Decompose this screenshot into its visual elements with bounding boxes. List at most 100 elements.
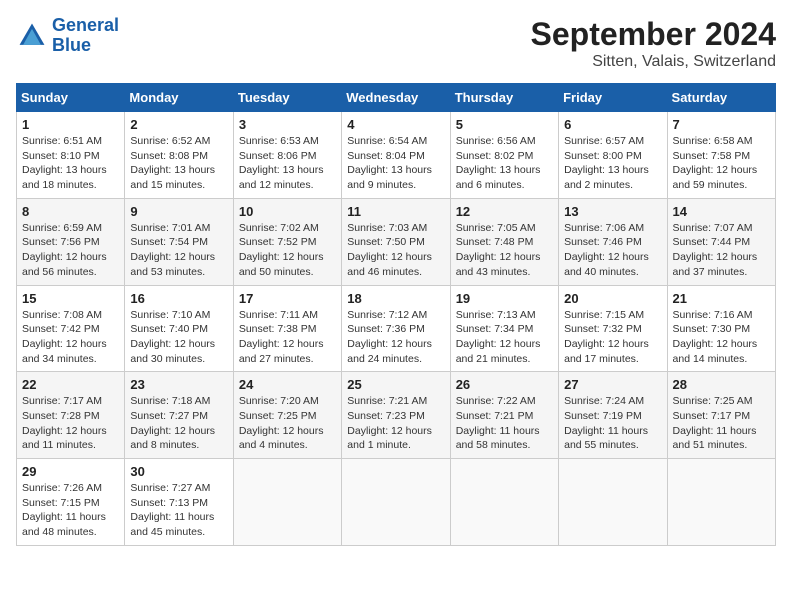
day-info: Sunrise: 7:01 AMSunset: 7:54 PMDaylight:… xyxy=(130,221,227,280)
calendar-day-cell: 17 Sunrise: 7:11 AMSunset: 7:38 PMDayligh… xyxy=(233,285,341,372)
calendar-day-cell: 25 Sunrise: 7:21 AMSunset: 7:23 PMDayligh… xyxy=(342,372,450,459)
calendar-day-cell xyxy=(559,459,667,546)
day-number: 5 xyxy=(456,117,553,132)
day-info: Sunrise: 7:24 AMSunset: 7:19 PMDaylight:… xyxy=(564,394,661,453)
day-number: 4 xyxy=(347,117,444,132)
calendar-week-row: 8Sunrise: 6:59 AMSunset: 7:56 PMDaylight… xyxy=(17,198,776,285)
calendar-day-cell: 5 Sunrise: 6:56 AMSunset: 8:02 PMDaylight… xyxy=(450,112,558,199)
day-number: 19 xyxy=(456,291,553,306)
day-info: Sunrise: 7:06 AMSunset: 7:46 PMDaylight:… xyxy=(564,221,661,280)
day-info: Sunrise: 7:12 AMSunset: 7:36 PMDaylight:… xyxy=(347,308,444,367)
day-number: 13 xyxy=(564,204,661,219)
day-info: Sunrise: 7:27 AMSunset: 7:13 PMDaylight:… xyxy=(130,481,227,540)
day-info: Sunrise: 6:51 AMSunset: 8:10 PMDaylight:… xyxy=(22,134,119,193)
calendar-day-cell: 2Sunrise: 6:52 AMSunset: 8:08 PMDaylight… xyxy=(125,112,233,199)
calendar-day-cell xyxy=(667,459,775,546)
calendar-day-cell: 20Sunrise: 7:15 AMSunset: 7:32 PMDayligh… xyxy=(559,285,667,372)
day-number: 18 xyxy=(347,291,444,306)
calendar-day-cell: 7 Sunrise: 6:58 AMSunset: 7:58 PMDaylight… xyxy=(667,112,775,199)
day-number: 22 xyxy=(22,377,119,392)
title-block: September 2024 Sitten, Valais, Switzerla… xyxy=(531,16,776,71)
weekday-header: Monday xyxy=(125,84,233,112)
day-info: Sunrise: 7:16 AMSunset: 7:30 PMDaylight:… xyxy=(673,308,770,367)
calendar-day-cell: 29 Sunrise: 7:26 AMSunset: 7:15 PMDayligh… xyxy=(17,459,125,546)
calendar-day-cell: 14Sunrise: 7:07 AMSunset: 7:44 PMDayligh… xyxy=(667,198,775,285)
logo: General Blue xyxy=(16,16,119,56)
calendar-table: SundayMondayTuesdayWednesdayThursdayFrid… xyxy=(16,83,776,546)
day-number: 28 xyxy=(673,377,770,392)
calendar-day-cell: 12 Sunrise: 7:05 AMSunset: 7:48 PMDayligh… xyxy=(450,198,558,285)
calendar-day-cell: 6 Sunrise: 6:57 AMSunset: 8:00 PMDaylight… xyxy=(559,112,667,199)
day-info: Sunrise: 7:13 AMSunset: 7:34 PMDaylight:… xyxy=(456,308,553,367)
day-number: 6 xyxy=(564,117,661,132)
day-info: Sunrise: 6:58 AMSunset: 7:58 PMDaylight:… xyxy=(673,134,770,193)
day-info: Sunrise: 6:53 AMSunset: 8:06 PMDaylight:… xyxy=(239,134,336,193)
calendar-day-cell: 26 Sunrise: 7:22 AMSunset: 7:21 PMDayligh… xyxy=(450,372,558,459)
calendar-day-cell: 22 Sunrise: 7:17 AMSunset: 7:28 PMDayligh… xyxy=(17,372,125,459)
day-info: Sunrise: 7:18 AMSunset: 7:27 PMDaylight:… xyxy=(130,394,227,453)
calendar-day-cell: 18 Sunrise: 7:12 AMSunset: 7:36 PMDayligh… xyxy=(342,285,450,372)
day-number: 16 xyxy=(130,291,227,306)
calendar-day-cell: 1 Sunrise: 6:51 AMSunset: 8:10 PMDaylight… xyxy=(17,112,125,199)
calendar-day-cell: 30 Sunrise: 7:27 AMSunset: 7:13 PMDayligh… xyxy=(125,459,233,546)
day-info: Sunrise: 7:03 AMSunset: 7:50 PMDaylight:… xyxy=(347,221,444,280)
logo-icon xyxy=(16,20,48,52)
day-number: 1 xyxy=(22,117,119,132)
day-number: 12 xyxy=(456,204,553,219)
calendar-week-row: 22 Sunrise: 7:17 AMSunset: 7:28 PMDayligh… xyxy=(17,372,776,459)
calendar-week-row: 1 Sunrise: 6:51 AMSunset: 8:10 PMDaylight… xyxy=(17,112,776,199)
calendar-day-cell: 11Sunrise: 7:03 AMSunset: 7:50 PMDayligh… xyxy=(342,198,450,285)
day-info: Sunrise: 7:15 AMSunset: 7:32 PMDaylight:… xyxy=(564,308,661,367)
day-info: Sunrise: 7:21 AMSunset: 7:23 PMDaylight:… xyxy=(347,394,444,453)
day-info: Sunrise: 7:20 AMSunset: 7:25 PMDaylight:… xyxy=(239,394,336,453)
calendar-day-cell: 10 Sunrise: 7:02 AMSunset: 7:52 PMDayligh… xyxy=(233,198,341,285)
day-number: 30 xyxy=(130,464,227,479)
day-info: Sunrise: 6:54 AMSunset: 8:04 PMDaylight:… xyxy=(347,134,444,193)
day-number: 17 xyxy=(239,291,336,306)
calendar-day-cell: 23 Sunrise: 7:18 AMSunset: 7:27 PMDayligh… xyxy=(125,372,233,459)
weekday-header: Wednesday xyxy=(342,84,450,112)
day-info: Sunrise: 7:08 AMSunset: 7:42 PMDaylight:… xyxy=(22,308,119,367)
calendar-day-cell: 3Sunrise: 6:53 AMSunset: 8:06 PMDaylight… xyxy=(233,112,341,199)
day-info: Sunrise: 7:26 AMSunset: 7:15 PMDaylight:… xyxy=(22,481,119,540)
day-info: Sunrise: 6:56 AMSunset: 8:02 PMDaylight:… xyxy=(456,134,553,193)
day-number: 24 xyxy=(239,377,336,392)
calendar-day-cell xyxy=(342,459,450,546)
day-number: 15 xyxy=(22,291,119,306)
day-number: 9 xyxy=(130,204,227,219)
day-info: Sunrise: 7:22 AMSunset: 7:21 PMDaylight:… xyxy=(456,394,553,453)
day-number: 25 xyxy=(347,377,444,392)
day-info: Sunrise: 7:11 AMSunset: 7:38 PMDaylight:… xyxy=(239,308,336,367)
weekday-header: Thursday xyxy=(450,84,558,112)
calendar-day-cell: 15 Sunrise: 7:08 AMSunset: 7:42 PMDayligh… xyxy=(17,285,125,372)
calendar-day-cell: 4 Sunrise: 6:54 AMSunset: 8:04 PMDaylight… xyxy=(342,112,450,199)
calendar-day-cell: 16 Sunrise: 7:10 AMSunset: 7:40 PMDayligh… xyxy=(125,285,233,372)
calendar-day-cell xyxy=(450,459,558,546)
day-number: 29 xyxy=(22,464,119,479)
logo-text: General Blue xyxy=(52,16,119,56)
calendar-week-row: 15 Sunrise: 7:08 AMSunset: 7:42 PMDayligh… xyxy=(17,285,776,372)
day-info: Sunrise: 7:02 AMSunset: 7:52 PMDaylight:… xyxy=(239,221,336,280)
day-number: 8 xyxy=(22,204,119,219)
day-number: 27 xyxy=(564,377,661,392)
page-subtitle: Sitten, Valais, Switzerland xyxy=(531,53,776,71)
page-header: General Blue September 2024 Sitten, Vala… xyxy=(16,16,776,71)
day-number: 10 xyxy=(239,204,336,219)
calendar-day-cell xyxy=(233,459,341,546)
day-info: Sunrise: 7:10 AMSunset: 7:40 PMDaylight:… xyxy=(130,308,227,367)
day-info: Sunrise: 7:17 AMSunset: 7:28 PMDaylight:… xyxy=(22,394,119,453)
calendar-day-cell: 19 Sunrise: 7:13 AMSunset: 7:34 PMDayligh… xyxy=(450,285,558,372)
day-info: Sunrise: 6:57 AMSunset: 8:00 PMDaylight:… xyxy=(564,134,661,193)
calendar-day-cell: 13 Sunrise: 7:06 AMSunset: 7:46 PMDayligh… xyxy=(559,198,667,285)
calendar-day-cell: 27 Sunrise: 7:24 AMSunset: 7:19 PMDayligh… xyxy=(559,372,667,459)
calendar-day-cell: 9 Sunrise: 7:01 AMSunset: 7:54 PMDaylight… xyxy=(125,198,233,285)
day-info: Sunrise: 7:25 AMSunset: 7:17 PMDaylight:… xyxy=(673,394,770,453)
day-number: 2 xyxy=(130,117,227,132)
page-title: September 2024 xyxy=(531,16,776,53)
day-info: Sunrise: 7:05 AMSunset: 7:48 PMDaylight:… xyxy=(456,221,553,280)
day-number: 26 xyxy=(456,377,553,392)
day-number: 23 xyxy=(130,377,227,392)
calendar-week-row: 29 Sunrise: 7:26 AMSunset: 7:15 PMDayligh… xyxy=(17,459,776,546)
day-number: 7 xyxy=(673,117,770,132)
calendar-day-cell: 8Sunrise: 6:59 AMSunset: 7:56 PMDaylight… xyxy=(17,198,125,285)
